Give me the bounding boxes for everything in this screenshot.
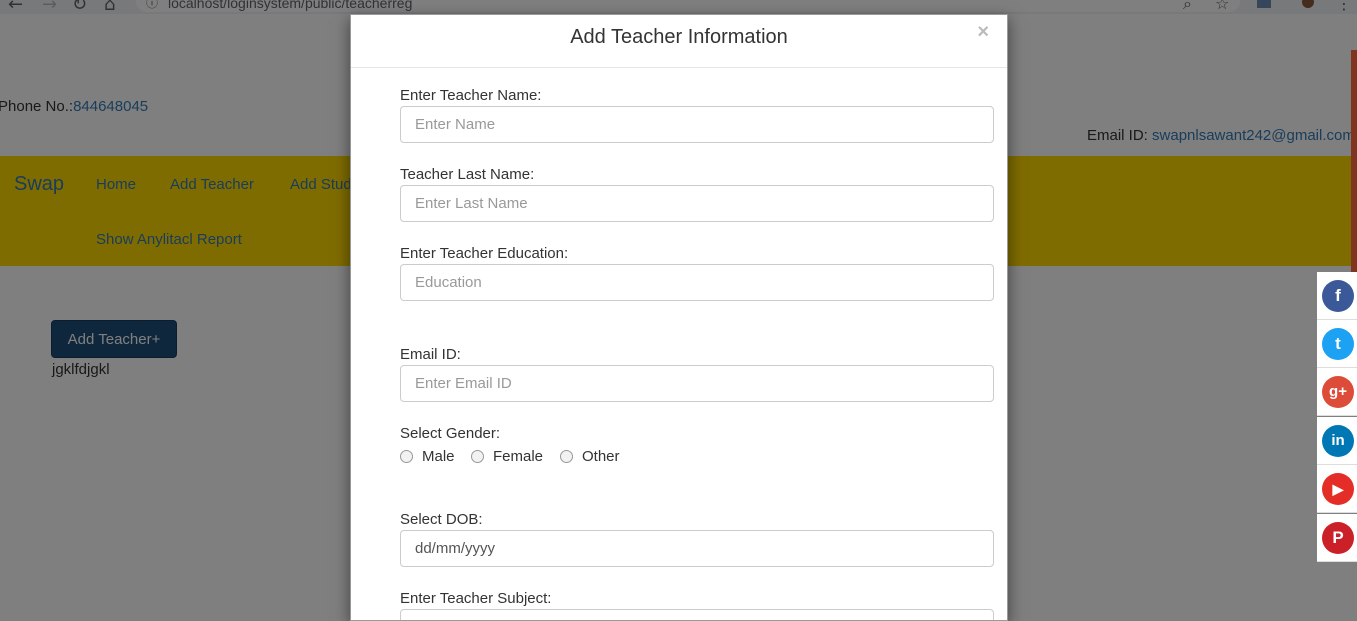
gender-male-radio[interactable]: [400, 450, 413, 463]
subject-input[interactable]: [400, 609, 994, 620]
facebook-share[interactable]: f: [1317, 272, 1357, 320]
googleplus-icon: g+: [1322, 376, 1354, 408]
youtube-icon: ▶: [1322, 473, 1354, 505]
gender-male-label: Male: [422, 448, 455, 465]
teacher-education-input[interactable]: Education: [400, 264, 994, 301]
email-id-label: Email ID:: [400, 346, 461, 363]
dob-label: Select DOB:: [400, 511, 483, 528]
pinterest-icon: P: [1322, 522, 1354, 554]
email-id-input[interactable]: Enter Email ID: [400, 365, 994, 402]
linkedin-icon: in: [1322, 425, 1354, 457]
youtube-share[interactable]: ▶: [1317, 465, 1357, 513]
teacher-lastname-input[interactable]: Enter Last Name: [400, 185, 994, 222]
modal-title: Add Teacher Information: [570, 26, 788, 48]
gender-other-label: Other: [582, 448, 620, 465]
gender-label: Select Gender:: [400, 425, 501, 442]
gender-female-label: Female: [493, 448, 544, 465]
linkedin-share[interactable]: in: [1317, 417, 1357, 465]
facebook-icon: f: [1322, 280, 1354, 312]
gender-female-radio[interactable]: [471, 450, 484, 463]
add-teacher-modal: Add Teacher Information × Enter Teacher …: [350, 14, 1008, 621]
close-icon[interactable]: ×: [977, 21, 989, 44]
teacher-education-label: Enter Teacher Education:: [400, 245, 569, 262]
twitter-icon: t: [1322, 328, 1354, 360]
teacher-lastname-label: Teacher Last Name:: [400, 166, 535, 183]
pinterest-share[interactable]: P: [1317, 514, 1357, 562]
dob-input[interactable]: dd/mm/yyyy: [400, 530, 994, 567]
teacher-name-input[interactable]: Enter Name: [400, 106, 994, 143]
twitter-share[interactable]: t: [1317, 320, 1357, 368]
gender-other-radio[interactable]: [560, 450, 573, 463]
modal-header: Add Teacher Information ×: [351, 15, 1007, 68]
teacher-name-label: Enter Teacher Name:: [400, 87, 542, 104]
googleplus-share[interactable]: g+: [1317, 368, 1357, 416]
subject-label: Enter Teacher Subject:: [400, 590, 552, 607]
